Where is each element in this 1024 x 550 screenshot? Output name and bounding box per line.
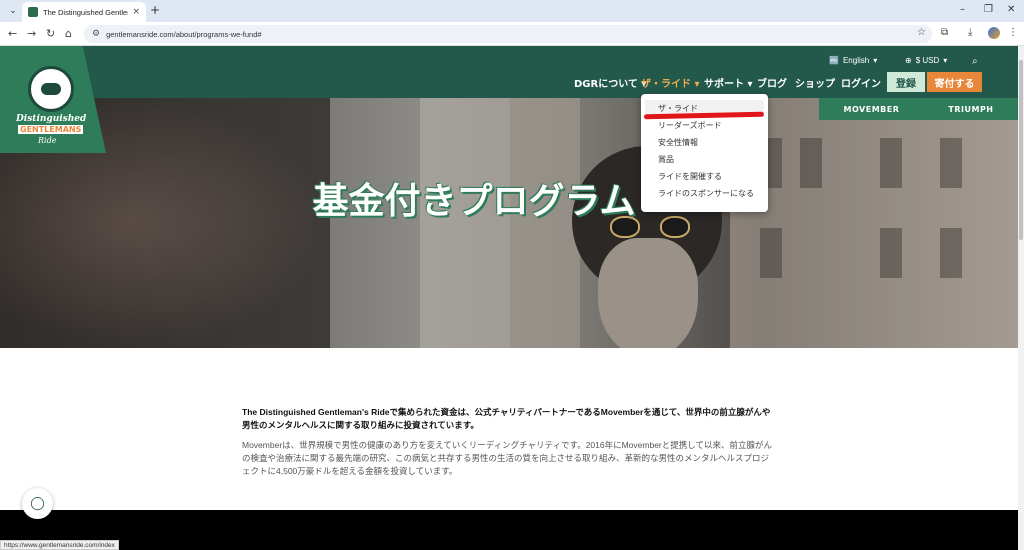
nav-ride-label: ザ・ライド <box>641 79 691 90</box>
home-icon[interactable]: ⌂ <box>65 27 72 40</box>
extensions-icon[interactable]: ⧉ <box>941 27 948 38</box>
close-window-button[interactable]: ✕ <box>1007 4 1015 15</box>
hero-window <box>880 228 902 278</box>
nav-support[interactable]: サポート ▾ <box>704 75 753 90</box>
chevron-down-icon: ▾ <box>943 56 948 65</box>
hero-window <box>940 228 962 278</box>
dropdown-item-host-ride[interactable]: ライドを開催する <box>641 168 768 185</box>
currency-selector[interactable]: ⊕ $ USD ▾ <box>905 56 947 65</box>
scrollbar-thumb[interactable] <box>1019 60 1023 240</box>
website: 🔤 English ▾ ⊕ $ USD ▾ ⌕ DGRについて ▾ ザ・ライド … <box>0 46 1018 550</box>
intro-lead-paragraph: The Distinguished Gentleman's Rideで集められた… <box>242 407 771 430</box>
logo-helmet-icon <box>28 66 74 112</box>
browser-tab-bar: ⌄ The Distinguished Gentleman's × + – ❐ … <box>0 0 1024 22</box>
page-title: 基金付きプログラム <box>312 181 636 222</box>
tab-list-dropdown-icon[interactable]: ⌄ <box>6 4 20 18</box>
site-info-icon[interactable]: ⚙ <box>92 29 100 39</box>
nav-login[interactable]: ログイン <box>841 75 881 90</box>
reload-icon[interactable]: ↻ <box>46 27 55 40</box>
language-icon: 🔤 <box>829 56 839 65</box>
tab-close-icon[interactable]: × <box>132 7 140 17</box>
status-bar-url: https://www.gentlemansride.com/index <box>0 540 119 550</box>
dropdown-item-leaderboard[interactable]: リーダーズボード <box>641 117 768 134</box>
logo-text-gentlemans: GENTLEMANS <box>18 125 84 134</box>
sponsor-movember-logo[interactable]: MOVEMBER <box>844 105 900 114</box>
dropdown-item-sponsor-ride[interactable]: ライドのスポンサーになる <box>641 185 768 202</box>
bookmark-star-icon[interactable]: ☆ <box>917 27 926 38</box>
globe-icon: ⊕ <box>905 56 912 65</box>
sponsor-bar: MOVEMBER TRIUMPH <box>819 98 1018 120</box>
dark-section <box>0 510 1018 550</box>
restore-button[interactable]: ❐ <box>984 4 993 15</box>
nav-shop[interactable]: ショップ <box>795 75 835 90</box>
forward-arrow-icon[interactable]: → <box>27 27 36 40</box>
nav-about[interactable]: DGRについて ▾ <box>574 75 646 90</box>
site-header: 🔤 English ▾ ⊕ $ USD ▾ ⌕ DGRについて ▾ ザ・ライド … <box>0 46 1018 98</box>
back-arrow-icon[interactable]: ← <box>8 27 17 40</box>
search-icon[interactable]: ⌕ <box>972 56 978 67</box>
site-favicon-icon <box>28 7 38 17</box>
browser-tab[interactable]: The Distinguished Gentleman's × <box>22 2 146 22</box>
dropdown-item-safety[interactable]: 安全性情報 <box>641 134 768 151</box>
logo-text-ride: Ride <box>38 136 57 145</box>
address-bar[interactable]: ⚙ gentlemansride.com/about/programs-we-f… <box>84 25 932 43</box>
address-toolbar: ← → ↻ ⌂ ⚙ gentlemansride.com/about/progr… <box>0 22 1024 46</box>
intro-section: The Distinguished Gentleman's Rideで集められた… <box>242 406 774 478</box>
language-selector[interactable]: 🔤 English ▾ <box>829 56 877 65</box>
nav-blog[interactable]: ブログ <box>757 75 787 90</box>
nav-support-label: サポート <box>704 79 744 90</box>
nav-about-label: DGRについて <box>574 79 638 90</box>
nav-the-ride[interactable]: ザ・ライド ▾ <box>641 75 700 90</box>
logo-text-distinguished: Distinguished <box>16 114 87 124</box>
new-tab-button[interactable]: + <box>150 3 160 17</box>
currency-label: $ USD <box>915 56 940 65</box>
sponsor-triumph-logo[interactable]: TRIUMPH <box>948 105 993 114</box>
donate-button[interactable]: 寄付する <box>927 72 982 92</box>
url-text[interactable]: gentlemansride.com/about/programs-we-fun… <box>106 30 262 39</box>
rider-beard <box>598 238 698 348</box>
chevron-down-icon: ▾ <box>873 56 878 65</box>
profile-avatar[interactable] <box>988 27 1000 39</box>
menu-kebab-icon[interactable]: ⋮ <box>1008 27 1018 38</box>
tab-title: The Distinguished Gentleman's <box>43 7 128 17</box>
chat-bubble-icon[interactable]: ◯ <box>22 488 53 519</box>
minimize-button[interactable]: – <box>960 4 965 15</box>
hero-window <box>760 228 782 278</box>
intro-body-paragraph: Movemberは、世界規模で男性の健康のあり方を変えていくリーディングチャリテ… <box>242 440 772 476</box>
language-label: English <box>842 56 870 65</box>
download-icon[interactable]: ⤓ <box>968 27 972 38</box>
register-button[interactable]: 登録 <box>887 72 925 92</box>
dropdown-item-prizes[interactable]: 賞品 <box>641 151 768 168</box>
